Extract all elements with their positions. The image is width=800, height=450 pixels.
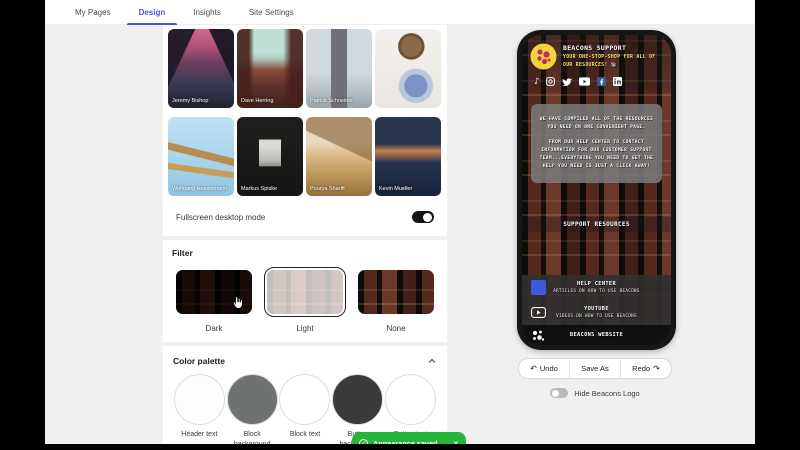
preview-section-title: SUPPORT RESOURCES — [522, 217, 671, 233]
background-images-card: Jeremy Bishop Dave Herring Patrick Schne… — [163, 25, 447, 236]
photo-credit: Markus Spiske — [241, 186, 278, 193]
swatch-circle[interactable] — [385, 374, 437, 425]
fullscreen-desktop-label: Fullscreen desktop mode — [176, 212, 266, 222]
mouse-cursor — [232, 296, 243, 309]
swatch-block-background: Block background — [226, 374, 279, 444]
help-center-icon — [531, 280, 546, 295]
stage: My Pages Design Insights Site Settings J… — [0, 0, 800, 450]
app-window: My Pages Design Insights Site Settings J… — [45, 0, 755, 444]
letterbox-left — [0, 0, 45, 450]
filter-light-thumb[interactable] — [267, 270, 343, 314]
swatch-header-text: Header text — [173, 374, 226, 444]
background-option-1[interactable]: Jeremy Bishop — [168, 29, 234, 108]
fullscreen-desktop-row: Fullscreen desktop mode — [168, 205, 442, 223]
link-help-center[interactable]: HELP CENTER ARTICLES ON HOW TO USE BEACO… — [522, 275, 671, 300]
photo-credit: Pourya Sharifi — [310, 186, 345, 193]
filter-card: Filter Dark Light None — [163, 240, 447, 342]
photo-credit: Wolfgang Hasselmann — [172, 186, 228, 193]
chevron-up-icon[interactable] — [427, 356, 437, 366]
background-option-7[interactable]: Pourya Sharifi — [306, 117, 372, 196]
filter-option-none: None — [354, 267, 438, 333]
link-subtitle: ARTICLES ON HOW TO USE BEACONS — [553, 289, 640, 294]
social-icons-row: ♪ — [534, 77, 663, 87]
photo-credit: Patrick Schneider — [310, 98, 354, 105]
filter-option-light: Light — [263, 267, 347, 333]
nav-insights[interactable]: Insights — [193, 0, 221, 25]
letterbox-bottom — [0, 444, 800, 450]
beacons-logo-icon — [532, 330, 545, 341]
preview-header: BEACONS SUPPORT YOUR ONE-STOP-SHOP FOR A… — [522, 35, 671, 92]
filter-dark-label: Dark — [205, 324, 223, 333]
preview-paragraph-2: FROM OUR HELP CENTER TO CONTACT INFORMAT… — [539, 140, 654, 170]
letterbox-right — [755, 0, 800, 450]
background-option-8[interactable]: Kevin Mueller — [375, 117, 441, 196]
swatch-block-text: Block text — [279, 374, 332, 444]
photo-credit: Kevin Mueller — [379, 186, 413, 193]
swatch-circle[interactable] — [226, 374, 278, 425]
youtube-play-icon — [531, 307, 546, 318]
filter-heading: Filter — [172, 248, 193, 258]
hide-beacons-logo-toggle[interactable] — [550, 388, 569, 398]
nav-site-settings[interactable]: Site Settings — [249, 0, 294, 25]
background-option-6[interactable]: Markus Spiske — [237, 117, 303, 196]
preview-text-block: WE HAVE COMPILED ALL OF THE RESOURCES YO… — [531, 104, 662, 184]
link-title: BEACONS WEBSITE — [569, 332, 624, 338]
swatch-label: Block background — [234, 431, 271, 444]
color-palette-card: Color palette Header text Block backgrou… — [163, 346, 447, 444]
save-as-button[interactable]: Save As — [569, 359, 620, 378]
top-navigation: My Pages Design Insights Site Settings — [45, 0, 755, 25]
background-option-5[interactable]: Wolfgang Hasselmann — [168, 117, 234, 196]
background-option-4[interactable] — [375, 29, 441, 108]
hide-logo-row: Hide Beacons Logo — [518, 388, 672, 398]
undo-icon: ↶ — [530, 364, 537, 373]
color-palette-heading: Color palette — [173, 356, 225, 366]
phone-preview-screen: BEACONS SUPPORT YOUR ONE-STOP-SHOP FOR A… — [522, 35, 671, 345]
filter-options: Dark Light None — [172, 267, 438, 333]
background-row-1: Jeremy Bishop Dave Herring Patrick Schne… — [168, 29, 442, 108]
undo-button[interactable]: ↶ Undo — [519, 359, 569, 378]
link-title: YOUTUBE — [584, 306, 609, 312]
swatch-circle[interactable] — [279, 374, 331, 425]
preview-subtitle: YOUR ONE-STOP-SHOP FOR ALL OF OUR RESOUR… — [563, 55, 656, 68]
fullscreen-desktop-toggle[interactable] — [412, 211, 434, 223]
linkedin-icon[interactable] — [613, 77, 623, 86]
tiktok-icon[interactable]: ♪ — [534, 77, 539, 87]
background-option-3[interactable]: Patrick Schneider — [306, 29, 372, 108]
instagram-icon[interactable] — [546, 77, 556, 86]
filter-none-thumb[interactable] — [358, 270, 434, 314]
background-row-2: Wolfgang Hasselmann Markus Spiske Pourya… — [168, 117, 442, 196]
photo-credit: Jeremy Bishop — [172, 98, 209, 105]
photo-credit: Dave Herring — [241, 98, 274, 105]
hide-logo-label: Hide Beacons Logo — [574, 388, 640, 398]
redo-icon: ↷ — [653, 364, 660, 373]
preview-links-block: HELP CENTER ARTICLES ON HOW TO USE BEACO… — [522, 275, 671, 345]
history-actions-group: ↶ Undo Save As Redo ↷ — [518, 358, 672, 379]
facebook-icon[interactable] — [597, 77, 607, 86]
redo-button[interactable]: Redo ↷ — [620, 359, 671, 378]
swatch-label: Block text — [289, 431, 321, 438]
beacons-support-avatar[interactable] — [530, 43, 557, 70]
link-youtube[interactable]: YOUTUBE VIDEOS ON HOW TO USE BEACONS — [522, 300, 671, 325]
swatch-circle[interactable] — [332, 374, 384, 425]
nav-my-pages[interactable]: My Pages — [75, 0, 111, 25]
filter-none-label: None — [386, 324, 406, 333]
link-subtitle: VIDEOS ON HOW TO USE BEACONS — [556, 314, 637, 319]
swatch-circle[interactable] — [173, 374, 225, 425]
phone-preview-frame: BEACONS SUPPORT YOUR ONE-STOP-SHOP FOR A… — [517, 30, 676, 350]
background-option-2[interactable]: Dave Herring — [237, 29, 303, 108]
swatch-label: Header text — [181, 431, 218, 438]
nav-design[interactable]: Design — [126, 0, 177, 25]
filter-light-label: Light — [296, 324, 314, 333]
youtube-icon[interactable] — [579, 77, 591, 86]
preview-paragraph-1: WE HAVE COMPILED ALL OF THE RESOURCES YO… — [539, 117, 654, 131]
link-beacons-website[interactable]: BEACONS WEBSITE — [522, 325, 671, 345]
twitter-icon[interactable] — [562, 77, 573, 86]
preview-title: BEACONS SUPPORT — [563, 44, 627, 53]
link-title: HELP CENTER — [577, 281, 616, 287]
